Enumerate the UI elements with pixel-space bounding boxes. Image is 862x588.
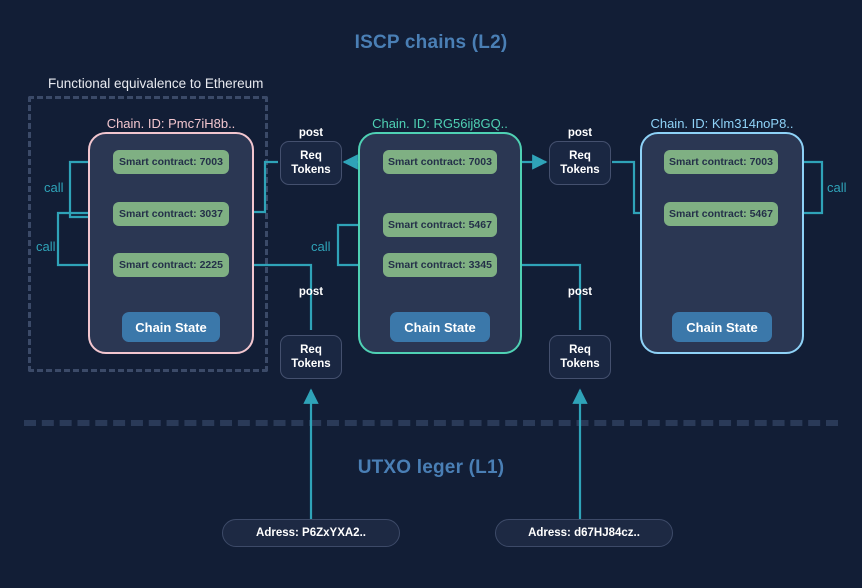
layer-divider [24,420,838,426]
req-tokens-line2: Tokens [560,164,600,176]
l2-title: ISCP chains (L2) [354,32,508,53]
req-tokens-line1: Req [569,150,591,162]
smart-contract-pill[interactable]: Smart contract: 3037 [113,202,229,226]
chain-label-2: Chain. ID: RG56ij8GQ.. [372,116,508,131]
call-label: call [36,239,56,254]
req-tokens-line1: Req [300,150,322,162]
l1-title: UTXO leger (L1) [357,457,505,478]
smart-contract-pill[interactable]: Smart contract: 7003 [383,150,497,174]
chain-label-3: Chain. ID: Klm314noP8.. [650,116,794,131]
chain-label-1: Chain. ID: Pmc7iH8b.. [106,116,236,131]
smart-contract-pill[interactable]: Smart contract: 7003 [664,150,778,174]
smart-contract-pill[interactable]: Smart contract: 5467 [664,202,778,226]
chain-state-button[interactable]: Chain State [672,312,772,342]
req-tokens-line1: Req [569,344,591,356]
post-label: post [567,127,593,139]
post-label: post [567,286,593,298]
call-label: call [44,180,64,195]
post-label: post [298,286,324,298]
smart-contract-pill[interactable]: Smart contract: 2225 [113,253,229,277]
req-tokens-box[interactable]: Req Tokens [280,141,342,185]
address-pill[interactable]: Adress: d67HJ84cz.. [495,519,673,547]
smart-contract-pill[interactable]: Smart contract: 7003 [113,150,229,174]
smart-contract-pill[interactable]: Smart contract: 5467 [383,213,497,237]
req-tokens-line2: Tokens [291,164,331,176]
chain-state-button[interactable]: Chain State [122,312,220,342]
req-tokens-box[interactable]: Req Tokens [280,335,342,379]
req-tokens-line2: Tokens [291,358,331,370]
req-tokens-line2: Tokens [560,358,600,370]
chain-state-button[interactable]: Chain State [390,312,490,342]
req-tokens-box[interactable]: Req Tokens [549,335,611,379]
address-pill[interactable]: Adress: P6ZxYXA2.. [222,519,400,547]
smart-contract-pill[interactable]: Smart contract: 3345 [383,253,497,277]
call-label: call [311,239,331,254]
call-label: call [827,180,847,195]
functional-equivalence-label: Functional equivalence to Ethereum [48,76,264,91]
diagram-canvas: ISCP chains (L2) UTXO leger (L1) Functio… [0,0,862,588]
req-tokens-line1: Req [300,344,322,356]
req-tokens-box[interactable]: Req Tokens [549,141,611,185]
post-label: post [298,127,324,139]
